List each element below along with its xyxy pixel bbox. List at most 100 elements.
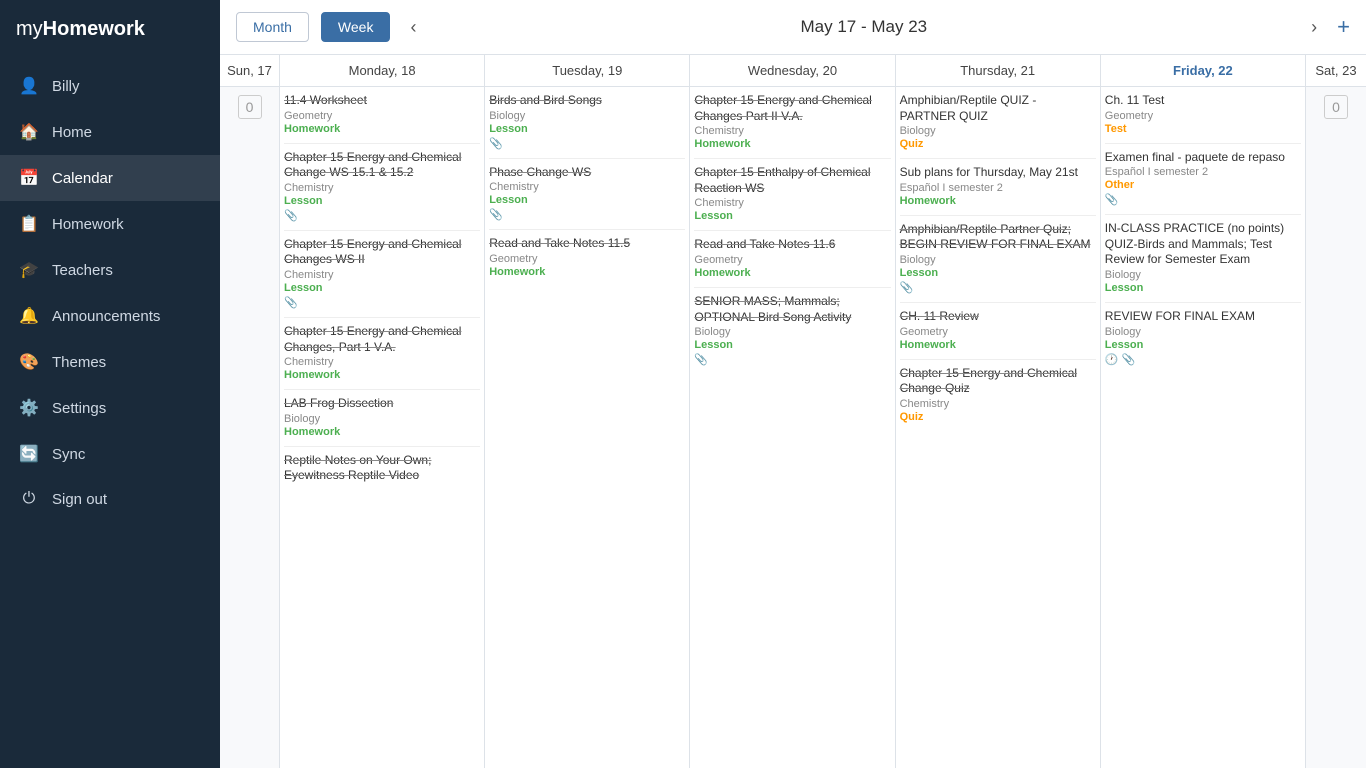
- event-subject: Chemistry: [284, 182, 480, 194]
- day-header-mon: Monday, 18: [280, 55, 485, 86]
- event-title: IN-CLASS PRACTICE (no points) QUIZ-Birds…: [1105, 221, 1301, 268]
- list-item[interactable]: Sub plans for Thursday, May 21st Español…: [900, 165, 1096, 207]
- home-icon: 🏠: [18, 122, 40, 142]
- list-item[interactable]: Chapter 15 Enthalpy of Chemical Reaction…: [694, 165, 890, 222]
- event-type: Lesson: [900, 267, 1096, 279]
- event-title: Chapter 15 Enthalpy of Chemical Reaction…: [694, 165, 890, 196]
- list-item[interactable]: Phase Change WS Chemistry Lesson 📎: [489, 165, 685, 222]
- attachment-icon: 📎: [489, 137, 685, 150]
- event-title: Chapter 15 Energy and Chemical Changes, …: [284, 324, 480, 355]
- list-item[interactable]: REVIEW FOR FINAL EXAM Biology Lesson 🕐 📎: [1105, 309, 1301, 366]
- list-item[interactable]: LAB Frog Dissection Biology Homework: [284, 396, 480, 438]
- next-week-button[interactable]: ›: [1303, 13, 1325, 42]
- event-title: Sub plans for Thursday, May 21st: [900, 165, 1096, 181]
- list-item[interactable]: Examen final - paquete de repaso Español…: [1105, 150, 1301, 207]
- list-item[interactable]: Reptile Notes on Your Own; Eyewitness Re…: [284, 453, 480, 484]
- list-item[interactable]: Chapter 15 Energy and Chemical Changes P…: [694, 93, 890, 150]
- add-event-button[interactable]: +: [1337, 14, 1350, 40]
- list-item[interactable]: SENIOR MASS; Mammals; OPTIONAL Bird Song…: [694, 294, 890, 366]
- event-type: Lesson: [489, 123, 685, 135]
- event-type: Lesson: [1105, 339, 1301, 351]
- event-title: Chapter 15 Energy and Chemical Change WS…: [284, 150, 480, 181]
- day-col-sat: 0: [1306, 87, 1366, 768]
- sidebar-label-announcements: Announcements: [52, 308, 160, 325]
- calendar-grid: Sun, 17 Monday, 18 Tuesday, 19 Wednesday…: [220, 55, 1366, 768]
- event-title: Read and Take Notes 11.5: [489, 236, 685, 252]
- list-item[interactable]: Read and Take Notes 11.5 Geometry Homewo…: [489, 236, 685, 278]
- event-title: Ch. 11 Test: [1105, 93, 1301, 109]
- event-type: Lesson: [284, 282, 480, 294]
- list-item[interactable]: 11.4 Worksheet Geometry Homework: [284, 93, 480, 135]
- sidebar-label-calendar: Calendar: [52, 170, 113, 187]
- calendar-title: May 17 - May 23: [436, 17, 1291, 37]
- day-col-mon: 11.4 Worksheet Geometry Homework Chapter…: [280, 87, 485, 768]
- event-subject: Biology: [489, 110, 685, 122]
- sidebar-label-settings: Settings: [52, 400, 106, 417]
- attachment-icon: 🕐 📎: [1105, 353, 1301, 366]
- sidebar-item-calendar[interactable]: 📅 Calendar: [0, 155, 220, 201]
- sidebar-item-homework[interactable]: 📋 Homework: [0, 201, 220, 247]
- signout-icon: ⏻: [18, 490, 40, 508]
- event-subject: Chemistry: [284, 356, 480, 368]
- event-title: 11.4 Worksheet: [284, 93, 480, 109]
- event-title: REVIEW FOR FINAL EXAM: [1105, 309, 1301, 325]
- sidebar-item-home[interactable]: 🏠 Home: [0, 109, 220, 155]
- list-item[interactable]: Amphibian/Reptile QUIZ - PARTNER QUIZ Bi…: [900, 93, 1096, 150]
- list-item[interactable]: Ch. 11 Test Geometry Test: [1105, 93, 1301, 135]
- event-separator: [489, 229, 685, 230]
- logo-my: my: [16, 18, 43, 40]
- sun-num: 0: [238, 95, 262, 119]
- list-item[interactable]: Amphibian/Reptile Partner Quiz; BEGIN RE…: [900, 222, 1096, 294]
- event-subject: Chemistry: [900, 398, 1096, 410]
- sidebar-nav: 👤 Billy 🏠 Home 📅 Calendar 📋 Homework 🎓 T…: [0, 59, 220, 768]
- list-item[interactable]: Chapter 15 Energy and Chemical Changes, …: [284, 324, 480, 381]
- event-title: Read and Take Notes 11.6: [694, 237, 890, 253]
- event-type: Homework: [900, 195, 1096, 207]
- calendar-icon: 📅: [18, 168, 40, 188]
- list-item[interactable]: CH. 11 Review Geometry Homework: [900, 309, 1096, 351]
- event-title: Chapter 15 Energy and Chemical Changes P…: [694, 93, 890, 124]
- event-separator: [1105, 214, 1301, 215]
- day-header-sun: Sun, 17: [220, 55, 280, 86]
- event-title: Examen final - paquete de repaso: [1105, 150, 1301, 166]
- list-item[interactable]: Chapter 15 Energy and Chemical Change Qu…: [900, 366, 1096, 423]
- event-title: Chapter 15 Energy and Chemical Change Qu…: [900, 366, 1096, 397]
- event-separator: [284, 230, 480, 231]
- event-separator: [284, 317, 480, 318]
- day-col-fri: Ch. 11 Test Geometry Test Examen final -…: [1101, 87, 1306, 768]
- settings-icon: ⚙️: [18, 398, 40, 418]
- list-item[interactable]: Birds and Bird Songs Biology Lesson 📎: [489, 93, 685, 150]
- sidebar-item-themes[interactable]: 🎨 Themes: [0, 339, 220, 385]
- event-type: Lesson: [694, 210, 890, 222]
- event-type: Lesson: [1105, 282, 1301, 294]
- list-item[interactable]: Read and Take Notes 11.6 Geometry Homewo…: [694, 237, 890, 279]
- sidebar-item-signout[interactable]: ⏻ Sign out: [0, 477, 220, 518]
- sidebar-label-home: Home: [52, 124, 92, 141]
- logo-hw: Homework: [43, 18, 145, 40]
- sidebar-label-sync: Sync: [52, 446, 85, 463]
- sidebar-item-sync[interactable]: 🔄 Sync: [0, 431, 220, 477]
- list-item[interactable]: Chapter 15 Energy and Chemical Change WS…: [284, 150, 480, 222]
- event-subject: Geometry: [489, 253, 685, 265]
- event-title: LAB Frog Dissection: [284, 396, 480, 412]
- list-item[interactable]: Chapter 15 Energy and Chemical Changes W…: [284, 237, 480, 309]
- event-subject: Biology: [1105, 326, 1301, 338]
- event-title: Birds and Bird Songs: [489, 93, 685, 109]
- app-logo: myHomework: [0, 0, 220, 59]
- event-subject: Geometry: [1105, 110, 1301, 122]
- week-view-button[interactable]: Week: [321, 12, 391, 42]
- month-view-button[interactable]: Month: [236, 12, 309, 42]
- event-subject: Chemistry: [489, 181, 685, 193]
- sidebar-item-user[interactable]: 👤 Billy: [0, 63, 220, 109]
- sidebar-label-themes: Themes: [52, 354, 106, 371]
- prev-week-button[interactable]: ‹: [402, 13, 424, 42]
- sidebar-item-teachers[interactable]: 🎓 Teachers: [0, 247, 220, 293]
- sidebar-item-announcements[interactable]: 🔔 Announcements: [0, 293, 220, 339]
- event-type: Lesson: [284, 195, 480, 207]
- sidebar-item-settings[interactable]: ⚙️ Settings: [0, 385, 220, 431]
- day-col-sun: 0: [220, 87, 280, 768]
- event-separator: [900, 302, 1096, 303]
- event-title: Reptile Notes on Your Own; Eyewitness Re…: [284, 453, 480, 484]
- event-separator: [900, 158, 1096, 159]
- list-item[interactable]: IN-CLASS PRACTICE (no points) QUIZ-Birds…: [1105, 221, 1301, 294]
